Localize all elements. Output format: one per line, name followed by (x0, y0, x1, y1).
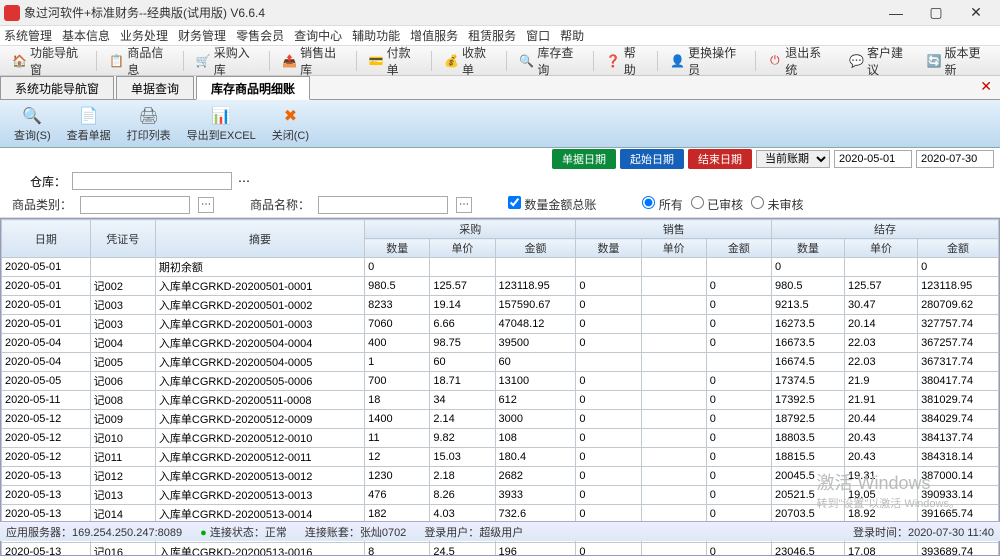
title-bar: 象过河软件+标准财务--经典版(试用版) V6.6.4 — ▢ ✕ (0, 0, 1000, 26)
document-tabs: 系统功能导航窗单据查询库存商品明细账 ✕ (0, 76, 1000, 100)
toolbar-icon: 💬 (849, 53, 864, 69)
maximize-button[interactable]: ▢ (916, 1, 956, 25)
app-logo-icon (4, 5, 20, 21)
toolbar-icon: 🛒 (196, 53, 211, 69)
table-row[interactable]: 2020-05-12记009入库单CGRKD-20200512-00091400… (2, 410, 999, 429)
action-icon: 🖨 (138, 105, 160, 127)
category-label: 商品类别： (12, 196, 72, 213)
name-input[interactable] (318, 196, 448, 214)
table-row[interactable]: 2020-05-05记006入库单CGRKD-20200505-00067001… (2, 372, 999, 391)
toolbar-icon: 🔍 (519, 53, 534, 69)
warehouse-input[interactable] (72, 172, 232, 190)
bill-date-button[interactable]: 单据日期 (552, 149, 616, 169)
radio-all[interactable]: 所有 (642, 196, 682, 213)
main-toolbar: 🏠功能导航窗📋商品信息🛒采购入库📤销售出库💳付款单💰收款单🔍库存查询❓帮助👤更换… (0, 46, 1000, 76)
table-row[interactable]: 2020-05-01记003入库单CGRKD-20200501-00028233… (2, 296, 999, 315)
toolbar-5[interactable]: 💰收款单 (438, 42, 500, 80)
toolbar-1[interactable]: 📋商品信息 (103, 42, 176, 80)
period-select[interactable]: 当前账期 (756, 150, 830, 168)
date-to-input[interactable] (916, 150, 994, 168)
action-icon: 🔍 (21, 105, 43, 127)
table-row[interactable]: 2020-05-01期初余额000 (2, 258, 999, 277)
action-icon: 📄 (78, 105, 100, 127)
action-bar: 🔍查询(S)📄查看单据🖨打印列表📊导出到EXCEL✖关闭(C) (0, 100, 1000, 148)
action-icon: 📊 (210, 105, 232, 127)
action-1[interactable]: 📄查看单据 (59, 103, 119, 145)
category-lookup-button[interactable]: ⋯ (198, 197, 214, 213)
toolbar-icon: ❓ (606, 53, 621, 69)
toolbar-0[interactable]: 🏠功能导航窗 (6, 42, 90, 80)
toolbar-4[interactable]: 💳付款单 (363, 42, 425, 80)
data-grid[interactable]: 日期凭证号摘要采购销售结存数量单价金额数量单价金额数量单价金额2020-05-0… (0, 218, 1000, 556)
action-icon: ✖ (279, 105, 301, 127)
toolbar-icon: 🏠 (12, 53, 27, 69)
toolbar-icon: 👤 (670, 53, 685, 69)
toolbar-r-1[interactable]: 🔄版本更新 (921, 42, 994, 80)
end-date-button[interactable]: 结束日期 (688, 149, 752, 169)
table-row[interactable]: 2020-05-04记004入库单CGRKD-20200504-00044009… (2, 334, 999, 353)
toolbar-icon: 🔄 (927, 53, 942, 69)
minimize-button[interactable]: — (876, 1, 916, 25)
toolbar-8[interactable]: 👤更换操作员 (664, 42, 748, 80)
toolbar-icon: 💰 (444, 53, 459, 69)
status-bar: 应用服务器：169.254.250.247:8089 ● 连接状态：正常 连接账… (0, 521, 1000, 541)
table-row[interactable]: 2020-05-13记016入库单CGRKD-20200513-0016824.… (2, 543, 999, 556)
warehouse-label: 仓库： (30, 173, 66, 190)
action-4[interactable]: ✖关闭(C) (264, 103, 317, 145)
action-2[interactable]: 🖨打印列表 (119, 103, 179, 145)
name-label: 商品名称： (250, 196, 310, 213)
tab-0[interactable]: 系统功能导航窗 (0, 76, 114, 99)
table-row[interactable]: 2020-05-12记011入库单CGRKD-20200512-00111215… (2, 448, 999, 467)
start-date-button[interactable]: 起始日期 (620, 149, 684, 169)
toolbar-icon: 📋 (109, 53, 124, 69)
action-0[interactable]: 🔍查询(S) (6, 103, 59, 145)
tab-2[interactable]: 库存商品明细账 (196, 76, 310, 100)
date-filter-row: 单据日期 起始日期 结束日期 当前账期 (0, 148, 1000, 170)
tab-close-button[interactable]: ✕ (972, 76, 1000, 99)
table-row[interactable]: 2020-05-13记012入库单CGRKD-20200513-00121230… (2, 467, 999, 486)
table-row[interactable]: 2020-05-11记008入库单CGRKD-20200511-00081834… (2, 391, 999, 410)
toolbar-6[interactable]: 🔍库存查询 (513, 42, 586, 80)
toolbar-icon: ⏻ (768, 53, 783, 69)
toolbar-icon: 📤 (282, 53, 297, 69)
toolbar-icon: 💳 (369, 53, 384, 69)
action-3[interactable]: 📊导出到EXCEL (179, 103, 264, 145)
table-row[interactable]: 2020-05-01记002入库单CGRKD-20200501-0001980.… (2, 277, 999, 296)
toolbar-3[interactable]: 📤销售出库 (276, 42, 349, 80)
toolbar-7[interactable]: ❓帮助 (600, 42, 651, 80)
radio-audited[interactable]: 已审核 (691, 196, 743, 213)
date-from-input[interactable] (834, 150, 912, 168)
radio-unaudited[interactable]: 未审核 (751, 196, 803, 213)
table-row[interactable]: 2020-05-04记005入库单CGRKD-20200504-00051606… (2, 353, 999, 372)
sum-checkbox[interactable]: 数量金额总账 (508, 196, 596, 213)
filter-row: 商品类别： ⋯ 商品名称： ⋯ 数量金额总账 所有 已审核 未审核 (0, 192, 1000, 218)
toolbar-2[interactable]: 🛒采购入库 (190, 42, 263, 80)
table-row[interactable]: 2020-05-13记013入库单CGRKD-20200513-00134768… (2, 486, 999, 505)
name-lookup-button[interactable]: ⋯ (456, 197, 472, 213)
warehouse-lookup-button[interactable]: ⋯ (238, 174, 250, 188)
window-title: 象过河软件+标准财务--经典版(试用版) V6.6.4 (24, 4, 876, 21)
toolbar-r-0[interactable]: 💬客户建议 (843, 42, 916, 80)
tab-1[interactable]: 单据查询 (116, 76, 194, 99)
warehouse-row: 仓库： ⋯ (0, 170, 1000, 192)
toolbar-9[interactable]: ⏻退出系统 (762, 42, 835, 80)
table-row[interactable]: 2020-05-12记010入库单CGRKD-20200512-0010119.… (2, 429, 999, 448)
close-button[interactable]: ✕ (956, 1, 996, 25)
table-row[interactable]: 2020-05-01记003入库单CGRKD-20200501-00037060… (2, 315, 999, 334)
category-input[interactable] (80, 196, 190, 214)
